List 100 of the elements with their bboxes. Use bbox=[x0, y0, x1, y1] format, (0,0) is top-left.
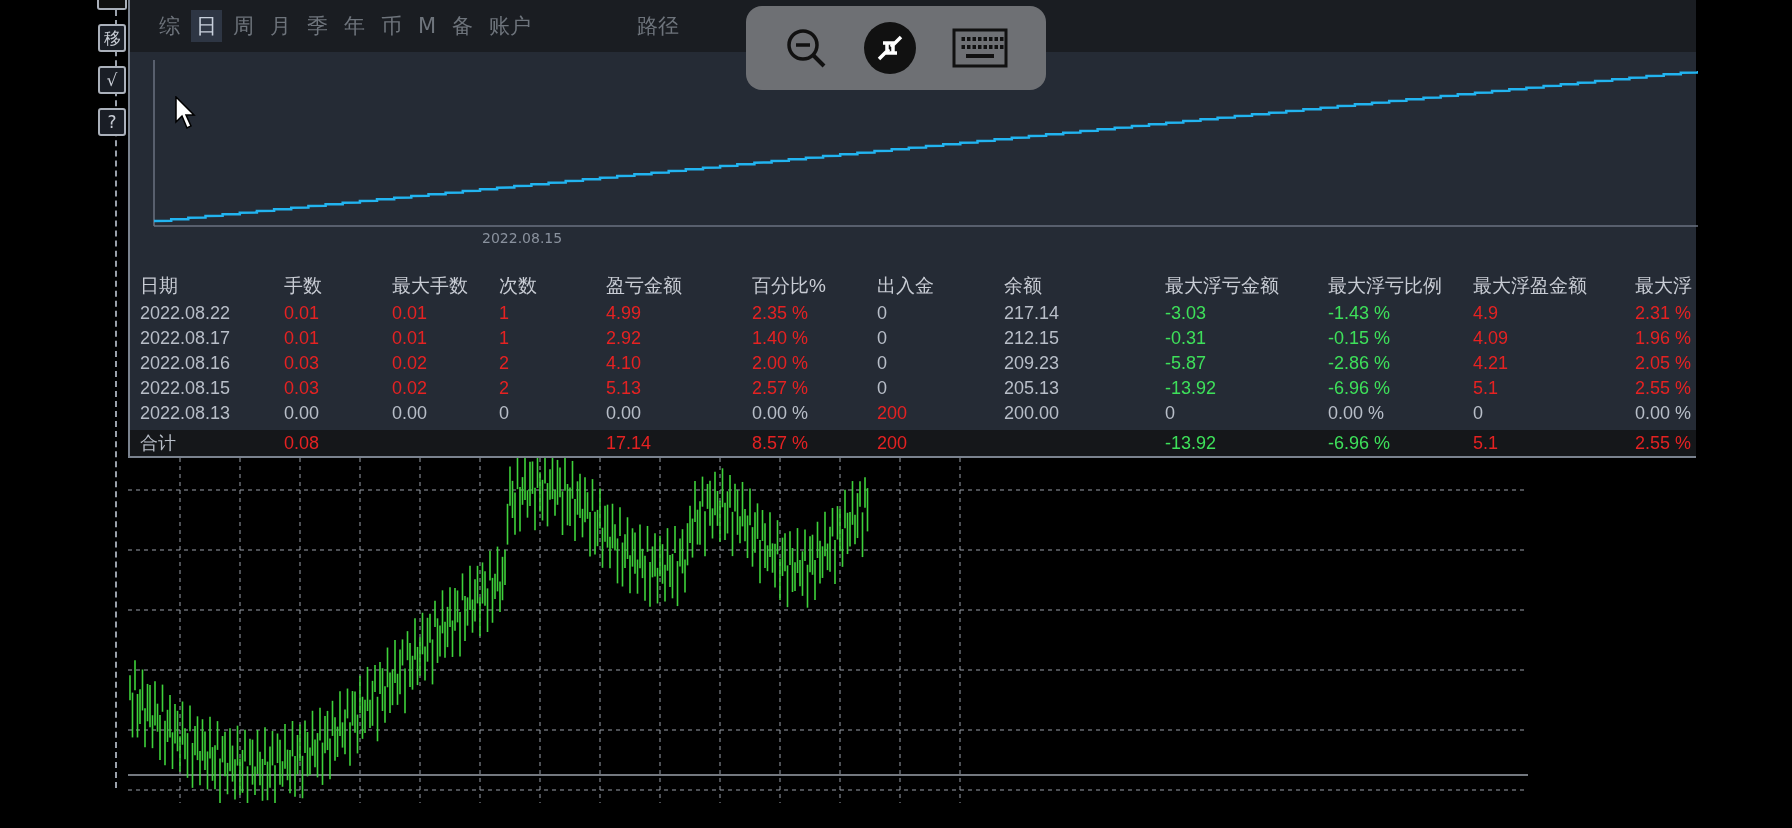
table-cell-text: -3.03 bbox=[1165, 303, 1208, 324]
table-cell-text: 0.00 % bbox=[752, 403, 810, 424]
side-button[interactable]: √ bbox=[98, 66, 126, 94]
period-tab[interactable]: 备 bbox=[447, 10, 479, 42]
table-cell-text: 4.21 bbox=[1473, 353, 1510, 374]
table-cell-text: -6.96 % bbox=[1328, 378, 1392, 399]
period-tab[interactable]: 周 bbox=[228, 10, 259, 42]
table-cell-text: 1.40 % bbox=[752, 328, 810, 349]
period-tab[interactable]: 币 bbox=[376, 10, 407, 42]
column-header: 日期 bbox=[140, 274, 179, 298]
table-cell-text: 0.00 % bbox=[1328, 403, 1386, 424]
period-tab[interactable]: 年 bbox=[339, 10, 370, 42]
table-cell-text: 2.35 % bbox=[752, 303, 810, 324]
column-header: 出入金 bbox=[877, 274, 935, 298]
table-cell-text: 4.99 bbox=[606, 303, 643, 324]
table-cell-text: 0.00 % bbox=[1635, 403, 1693, 424]
table-cell-text: 8.57 % bbox=[752, 432, 810, 454]
side-button[interactable]: 移 bbox=[98, 24, 126, 52]
period-tab[interactable]: 日 bbox=[191, 10, 222, 42]
period-tab[interactable]: M bbox=[413, 12, 442, 40]
table-cell-text: 17.14 bbox=[606, 432, 653, 454]
column-header: 最大浮 bbox=[1635, 274, 1693, 298]
table-cell-text: 2 bbox=[499, 378, 510, 399]
table-cell-text: 209.23 bbox=[1004, 353, 1061, 374]
table-cell-text: 0.02 bbox=[392, 353, 429, 374]
table-cell-text: 0 bbox=[877, 353, 888, 374]
table-cell-text: 0.00 bbox=[606, 403, 643, 424]
table-cell-text: 2.92 bbox=[606, 328, 643, 349]
table-cell-text: 2022.08.22 bbox=[140, 303, 232, 324]
table-cell-text: 1 bbox=[499, 328, 510, 349]
table-cell-text: 0.01 bbox=[284, 303, 321, 324]
table-cell-text: -5.87 bbox=[1165, 353, 1208, 374]
table-cell-text: 0.01 bbox=[392, 328, 429, 349]
table-cell-text: 2.55 % bbox=[1635, 378, 1693, 399]
table-cell-text: 0.02 bbox=[392, 378, 429, 399]
table-cell-text: 0 bbox=[877, 303, 888, 324]
table-cell-text: 合计 bbox=[140, 432, 177, 455]
table-cell-text: -2.86 % bbox=[1328, 353, 1392, 374]
mouse-cursor-icon bbox=[175, 96, 197, 130]
table-cell-text: 4.9 bbox=[1473, 303, 1500, 324]
table-cell-text: 5.1 bbox=[1473, 378, 1500, 399]
table-cell-text: 0.01 bbox=[392, 303, 429, 324]
table-cell-text: 0.03 bbox=[284, 378, 321, 399]
period-tab[interactable]: 账户 bbox=[484, 10, 537, 42]
side-button[interactable]: ? bbox=[98, 108, 126, 136]
table-cell-text: 200.00 bbox=[1004, 403, 1061, 424]
table-cell-text: 200 bbox=[877, 432, 909, 454]
table-cell-text: 5.1 bbox=[1473, 432, 1500, 454]
table-cell-text: -13.92 bbox=[1165, 378, 1218, 399]
table-cell-text: -6.96 % bbox=[1328, 432, 1392, 454]
table-cell-text: 2 bbox=[499, 353, 510, 374]
table-cell-text: 0 bbox=[1473, 403, 1484, 424]
column-header: 最大浮盈金额 bbox=[1473, 274, 1588, 298]
column-header: 最大浮亏比例 bbox=[1328, 274, 1443, 298]
table-cell-text: 2.31 % bbox=[1635, 303, 1693, 324]
table-cell-text: 5.13 bbox=[606, 378, 643, 399]
table-cell-text: 2022.08.13 bbox=[140, 403, 232, 424]
side-button[interactable] bbox=[97, 0, 127, 10]
table-cell-text: 0 bbox=[1165, 403, 1176, 424]
table-cell-text: 0.00 bbox=[284, 403, 321, 424]
period-tab[interactable]: 月 bbox=[265, 10, 296, 42]
table-cell-text: 2.57 % bbox=[752, 378, 810, 399]
table-cell-text: 2022.08.15 bbox=[140, 378, 232, 399]
table-cell-text: 0 bbox=[877, 328, 888, 349]
column-header: 盈亏金额 bbox=[606, 274, 683, 298]
table-cell-text: 2.00 % bbox=[752, 353, 810, 374]
column-header: 最大手数 bbox=[392, 274, 469, 298]
table-cell-text: 0.03 bbox=[284, 353, 321, 374]
table-cell-text: 2.55 % bbox=[1635, 432, 1693, 454]
table-cell-text: 0 bbox=[499, 403, 510, 424]
table-cell-text: 2022.08.16 bbox=[140, 353, 232, 374]
table-cell-text: 2022.08.17 bbox=[140, 328, 232, 349]
table-cell-text: 4.10 bbox=[606, 353, 643, 374]
table-cell-text: -13.92 bbox=[1165, 432, 1218, 454]
table-cell-text: -0.15 % bbox=[1328, 328, 1392, 349]
period-tab[interactable]: 季 bbox=[302, 10, 333, 42]
table-cell-text: -1.43 % bbox=[1328, 303, 1392, 324]
column-header: 手数 bbox=[284, 274, 323, 298]
table-cell-text: 1.96 % bbox=[1635, 328, 1693, 349]
axis-date-label: 2022.08.15 bbox=[482, 230, 564, 246]
table-cell-text: 200 bbox=[877, 403, 909, 424]
table-cell-text: 1 bbox=[499, 303, 510, 324]
table-cell-text: 217.14 bbox=[1004, 303, 1061, 324]
column-header: 最大浮亏金额 bbox=[1165, 274, 1280, 298]
table-cell-text: -0.31 bbox=[1165, 328, 1208, 349]
table-cell-text: 205.13 bbox=[1004, 378, 1061, 399]
table-cell-text: 0.08 bbox=[284, 432, 321, 454]
period-tab[interactable]: 综 bbox=[154, 10, 185, 42]
column-header: 次数 bbox=[499, 274, 538, 298]
remote-desktop-icon[interactable] bbox=[863, 21, 917, 75]
keyboard-icon[interactable] bbox=[952, 28, 1009, 68]
table-cell-text: 2.05 % bbox=[1635, 353, 1693, 374]
column-header: 余额 bbox=[1004, 274, 1043, 298]
table-cell-text: 0.00 bbox=[392, 403, 429, 424]
table-cell-text: 4.09 bbox=[1473, 328, 1510, 349]
path-label[interactable]: 路径 bbox=[637, 12, 680, 40]
table-cell-text: 212.15 bbox=[1004, 328, 1061, 349]
column-header: 百分比% bbox=[752, 274, 827, 298]
table-cell-text: 0.01 bbox=[284, 328, 321, 349]
table-cell-text: 0 bbox=[877, 378, 888, 399]
